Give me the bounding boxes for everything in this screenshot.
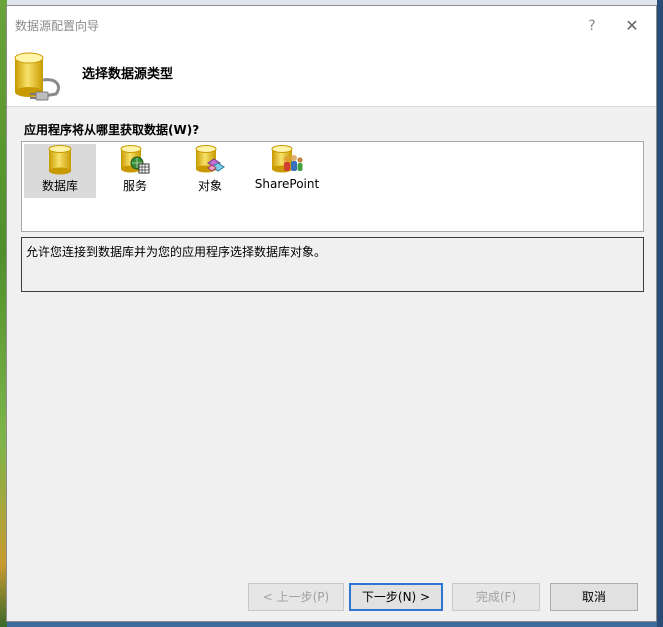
page-title: 选择数据源类型 — [82, 67, 174, 82]
database-icon — [48, 145, 72, 175]
cancel-button[interactable]: 取消 — [550, 583, 638, 611]
type-label: 服务 — [122, 179, 147, 193]
background-window-edge-right — [657, 0, 663, 627]
database-plug-icon — [14, 52, 60, 101]
description-panel: 允许您连接到数据库并为您的应用程序选择数据库对象。 — [21, 237, 644, 292]
type-label: 数据库 — [41, 179, 78, 193]
sharepoint-icon — [271, 145, 303, 173]
object-icon — [195, 145, 225, 173]
type-item-object[interactable]: 对象 — [174, 144, 246, 198]
previous-button[interactable]: < 上一步(P) — [248, 583, 344, 611]
wizard-header: 选择数据源类型 — [7, 44, 656, 107]
type-item-database[interactable]: 数据库 — [24, 144, 96, 198]
next-button[interactable]: 下一步(N) > — [349, 583, 443, 611]
title-bar: 数据源配置向导 ? ✕ — [7, 6, 656, 44]
close-button[interactable]: ✕ — [620, 14, 644, 38]
type-item-service[interactable]: 服务 — [99, 144, 171, 198]
data-source-wizard-dialog: 数据源配置向导 ? ✕ 选择数据源类型 应用程序将从哪里获取数据(W)? 数据库… — [6, 5, 657, 622]
type-item-sharepoint[interactable]: SharePoint — [250, 144, 324, 198]
source-question-label: 应用程序将从哪里获取数据(W)? — [24, 123, 200, 137]
type-label: SharePoint — [254, 177, 320, 191]
data-source-type-list: 数据库 服务 对象 SharePoint — [21, 141, 644, 232]
help-button[interactable]: ? — [580, 14, 604, 38]
window-title: 数据源配置向导 — [15, 19, 100, 33]
finish-button[interactable]: 完成(F) — [452, 583, 540, 611]
service-icon — [120, 145, 150, 174]
description-text: 允许您连接到数据库并为您的应用程序选择数据库对象。 — [26, 245, 327, 259]
type-label: 对象 — [197, 179, 222, 193]
